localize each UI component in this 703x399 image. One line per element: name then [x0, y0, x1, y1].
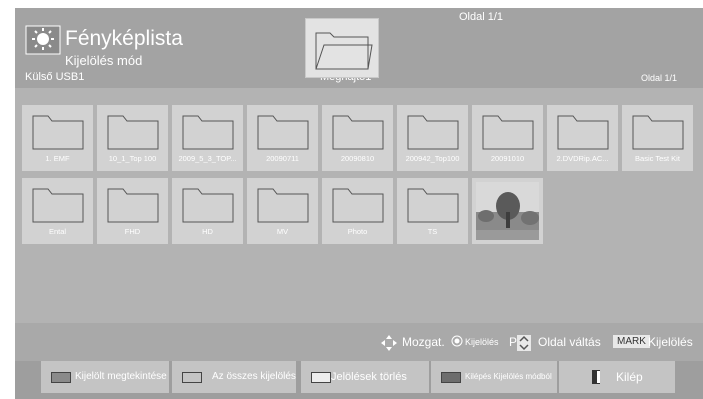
folder-item[interactable]: 2009_5_3_TOP...: [172, 105, 243, 171]
folder-icon: [107, 188, 159, 223]
page-indicator-top: Oldal 1/1: [459, 11, 504, 23]
white-key-icon: [311, 372, 331, 383]
folder-icon: [182, 188, 234, 223]
folder-item[interactable]: 20090711: [247, 105, 318, 171]
exit-mark-mode-button[interactable]: Kilépés Kijelölés módból: [431, 361, 557, 393]
view-selected-button[interactable]: Kijelölt megtekintése: [41, 361, 169, 393]
page-change-hint: Oldal váltás: [538, 335, 601, 349]
folder-item[interactable]: 1. EMF: [22, 105, 93, 171]
clear-marks-button[interactable]: Jelölések törlés: [301, 361, 429, 393]
folder-item[interactable]: Photo: [322, 178, 393, 244]
folder-item[interactable]: FHD: [97, 178, 168, 244]
exit-button[interactable]: Kilép: [559, 361, 675, 393]
folder-label: Basic Test Kit: [635, 154, 680, 163]
folder-item[interactable]: 20090810: [322, 105, 393, 171]
grey-key-icon: [51, 372, 71, 383]
exit-label: Kilép: [616, 370, 643, 384]
select-hint: Kijelölés: [465, 337, 499, 347]
folder-item[interactable]: 20091010: [472, 105, 543, 171]
folder-icon: [632, 115, 684, 150]
folder-icon: [257, 188, 309, 223]
page-updown-icon: [517, 335, 531, 354]
folder-icon: [332, 115, 384, 150]
folder-icon: [32, 115, 84, 150]
folder-icon: [107, 115, 159, 150]
folder-item[interactable]: 200942_Top100: [397, 105, 468, 171]
folder-icon: [32, 188, 84, 223]
folder-icon: [407, 115, 459, 150]
folder-icon: [557, 115, 609, 150]
view-selected-label: Kijelölt megtekintése: [75, 371, 167, 382]
source-label: Külső USB1: [25, 71, 85, 83]
folder-label: Ental: [48, 227, 67, 236]
light-key-icon: [182, 372, 202, 383]
folder-item[interactable]: MV: [247, 178, 318, 244]
action-bar: Kijelölt megtekintése Az összes kijelölé…: [15, 361, 703, 399]
move-arrows-icon: [381, 335, 397, 354]
photo-thumbnail: [476, 182, 539, 240]
folder-label: 1. EMF: [45, 154, 70, 163]
page-indicator-right: Oldal 1/1: [641, 73, 678, 83]
photo-item[interactable]: [472, 178, 543, 244]
folder-label: 20091010: [490, 154, 525, 163]
folder-item[interactable]: Ental: [22, 178, 93, 244]
folder-icon: [257, 115, 309, 150]
select-radio-icon: [451, 335, 463, 350]
folder-label: MV: [276, 227, 289, 236]
folder-item[interactable]: 2.DVDRip.AC...: [547, 105, 618, 171]
folder-label: FHD: [124, 227, 141, 236]
folder-label: HD: [202, 227, 213, 236]
folder-icon: [332, 188, 384, 223]
header: Fényképlista Kijelölés mód Külső USB1 Me…: [15, 8, 703, 88]
status-bar: Mozgat. Kijelölés P Oldal váltás MARK Ki…: [15, 323, 703, 361]
folder-label: 20090810: [340, 154, 375, 163]
file-grid: 1. EMF 10_1_Top 100 2009_5_3_TOP... 2009…: [15, 88, 703, 323]
select-all-label: Az összes kijelölése: [212, 371, 296, 382]
dark-key-icon: [441, 372, 461, 383]
folder-item[interactable]: TS: [397, 178, 468, 244]
folder-label: TS: [427, 227, 438, 236]
folder-item[interactable]: 10_1_Top 100: [97, 105, 168, 171]
folder-label: 10_1_Top 100: [108, 154, 157, 163]
folder-label: Photo: [347, 227, 368, 236]
mode-subtitle: Kijelölés mód: [65, 53, 143, 68]
photo-app-icon: [25, 25, 61, 55]
folder-label: 2.DVDRip.AC...: [556, 154, 609, 163]
move-hint: Mozgat.: [402, 335, 445, 349]
folder-label: 20090711: [266, 154, 299, 163]
page-title: Fényképlista: [65, 27, 183, 50]
page-key: P: [509, 335, 518, 349]
mark-key: MARK: [613, 335, 650, 348]
folder-item[interactable]: HD: [172, 178, 243, 244]
folder-label: 2009_5_3_TOP...: [178, 154, 237, 163]
folder-icon: [482, 115, 534, 150]
photo-list-screen: Fényképlista Kijelölés mód Külső USB1 Me…: [15, 8, 703, 399]
exit-mark-mode-label: Kilépés Kijelölés módból: [465, 372, 552, 381]
exit-door-icon: [592, 370, 600, 384]
folder-label: 200942_Top100: [405, 154, 460, 163]
folder-item[interactable]: Basic Test Kit: [622, 105, 693, 171]
clear-marks-label: Jelölések törlés: [331, 371, 407, 383]
current-folder-icon: [305, 18, 379, 78]
select-all-button[interactable]: Az összes kijelölése: [172, 361, 296, 393]
folder-icon: [182, 115, 234, 150]
folder-icon: [407, 188, 459, 223]
mark-hint: Kijelölés: [648, 335, 693, 349]
